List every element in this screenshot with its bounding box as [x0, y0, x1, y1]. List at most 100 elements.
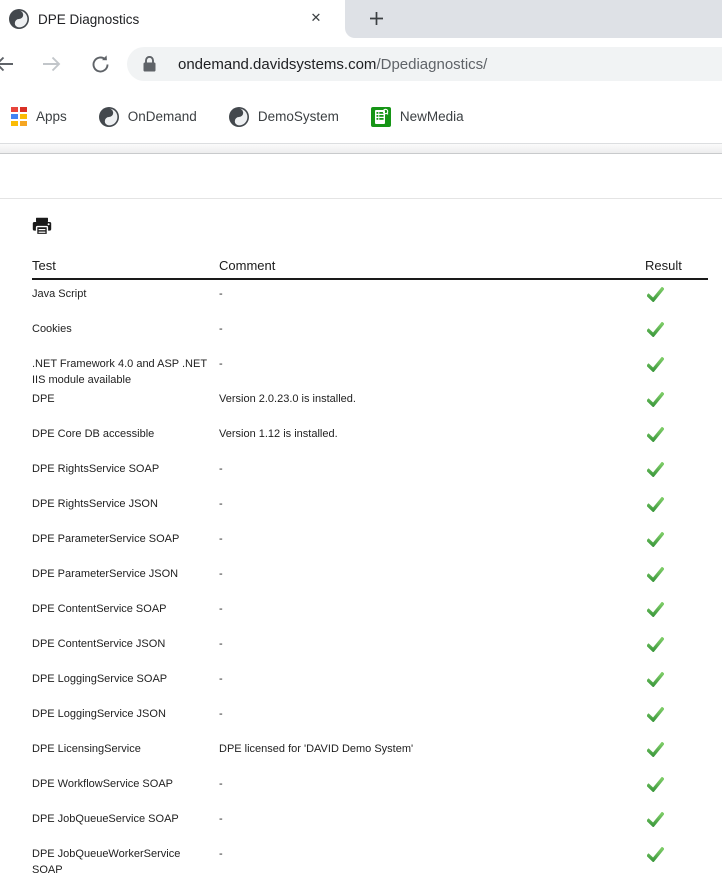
forward-button[interactable] — [42, 54, 62, 74]
document-list-icon — [371, 107, 391, 127]
reload-icon — [91, 55, 110, 74]
back-button[interactable] — [0, 54, 14, 74]
bookmark-apps[interactable]: Apps — [9, 104, 69, 129]
test-comment: - — [219, 706, 645, 722]
bookmark-ondemand[interactable]: OnDemand — [97, 104, 199, 130]
test-result — [645, 391, 708, 407]
test-name: DPE ContentService SOAP — [32, 601, 219, 617]
table-row: DPE JobQueueWorkerService SOAP - — [32, 840, 708, 875]
table-row: DPE ParameterService JSON - — [32, 560, 708, 595]
bookmark-label: Apps — [36, 109, 67, 124]
globe-icon — [229, 107, 249, 127]
test-result — [645, 566, 708, 582]
new-tab-button[interactable] — [361, 3, 391, 33]
test-result — [645, 846, 708, 862]
test-comment: - — [219, 601, 645, 617]
test-result — [645, 671, 708, 687]
table-row: DPE Core DB accessible Version 1.12 is i… — [32, 420, 708, 455]
test-result — [645, 741, 708, 757]
bookmark-label: NewMedia — [400, 109, 464, 124]
printer-icon — [32, 217, 52, 236]
tab-close-icon[interactable]: ✕ — [303, 5, 329, 31]
bookmark-demosystem[interactable]: DemoSystem — [227, 104, 341, 130]
test-comment: - — [219, 286, 645, 302]
test-name: DPE JobQueueService SOAP — [32, 811, 219, 827]
test-comment: DPE licensed for 'DAVID Demo System' — [219, 741, 645, 757]
globe-icon — [99, 107, 119, 127]
green-checkmark-icon — [647, 287, 664, 302]
table-row: Java Script - — [32, 280, 708, 315]
test-name: DPE RightsService SOAP — [32, 461, 219, 477]
url-path: /Dpediagnostics/ — [376, 56, 487, 73]
test-name: DPE — [32, 391, 219, 407]
table-row: DPE RightsService JSON - — [32, 490, 708, 525]
bookmark-label: DemoSystem — [258, 109, 339, 124]
test-comment: - — [219, 321, 645, 337]
green-checkmark-icon — [647, 532, 664, 547]
browser-tab[interactable]: DPE Diagnostics ✕ — [0, 0, 345, 38]
test-result — [645, 321, 708, 337]
test-result — [645, 426, 708, 442]
table-row: DPE Version 2.0.23.0 is installed. — [32, 385, 708, 420]
green-checkmark-icon — [647, 707, 664, 722]
page-header-frame — [0, 154, 722, 199]
test-comment: - — [219, 636, 645, 652]
lock-icon[interactable] — [143, 56, 156, 72]
bookmark-label: OnDemand — [128, 109, 197, 124]
table-row: DPE ContentService SOAP - — [32, 595, 708, 630]
green-checkmark-icon — [647, 672, 664, 687]
green-checkmark-icon — [647, 742, 664, 757]
test-name: DPE WorkflowService SOAP — [32, 776, 219, 792]
test-name: Cookies — [32, 321, 219, 337]
test-comment: - — [219, 531, 645, 547]
green-checkmark-icon — [647, 567, 664, 582]
table-row: .NET Framework 4.0 and ASP .NET IIS modu… — [32, 350, 708, 385]
test-name: .NET Framework 4.0 and ASP .NET IIS modu… — [32, 356, 219, 388]
diagnostics-table: Test Comment Result Java Script - Cookie… — [32, 258, 708, 875]
test-result — [645, 601, 708, 617]
green-checkmark-icon — [647, 392, 664, 407]
test-comment: - — [219, 811, 645, 827]
test-name: DPE ParameterService SOAP — [32, 531, 219, 547]
test-comment: Version 1.12 is installed. — [219, 426, 645, 442]
tab-strip-background — [345, 0, 722, 38]
table-row: Cookies - — [32, 315, 708, 350]
test-name: DPE LoggingService JSON — [32, 706, 219, 722]
apps-grid-icon — [11, 107, 27, 126]
test-result — [645, 776, 708, 792]
test-comment: - — [219, 356, 645, 372]
test-result — [645, 706, 708, 722]
browser-tab-strip: DPE Diagnostics ✕ — [0, 0, 722, 38]
page-dpe-diagnostics: Test Comment Result Java Script - Cookie… — [0, 154, 722, 875]
test-result — [645, 496, 708, 512]
browser-toolbar: ondemand.davidsystems.com/Dpediagnostics… — [0, 38, 722, 90]
test-name: DPE RightsService JSON — [32, 496, 219, 512]
table-row: DPE ContentService JSON - — [32, 630, 708, 665]
test-name: DPE Core DB accessible — [32, 426, 219, 442]
url-host: ondemand.davidsystems.com — [178, 56, 376, 73]
test-result — [645, 461, 708, 477]
table-row: DPE LoggingService SOAP - — [32, 665, 708, 700]
test-result — [645, 286, 708, 302]
test-name: DPE ContentService JSON — [32, 636, 219, 652]
table-row: DPE JobQueueService SOAP - — [32, 805, 708, 840]
globe-favicon-icon — [9, 9, 29, 29]
forward-arrow-icon — [42, 56, 62, 72]
table-header-row: Test Comment Result — [32, 258, 708, 280]
col-header-comment: Comment — [219, 258, 645, 273]
green-checkmark-icon — [647, 847, 664, 862]
table-body: Java Script - Cookies - — [32, 280, 708, 875]
bookmark-newmedia[interactable]: NewMedia — [369, 104, 466, 130]
reload-button[interactable] — [90, 54, 110, 74]
test-name: Java Script — [32, 286, 219, 302]
test-comment: - — [219, 846, 645, 862]
test-comment: Version 2.0.23.0 is installed. — [219, 391, 645, 407]
test-name: DPE ParameterService JSON — [32, 566, 219, 582]
green-checkmark-icon — [647, 497, 664, 512]
address-bar[interactable]: ondemand.davidsystems.com/Dpediagnostics… — [127, 47, 722, 81]
print-button[interactable] — [32, 217, 52, 236]
test-comment: - — [219, 496, 645, 512]
table-row: DPE RightsService SOAP - — [32, 455, 708, 490]
green-checkmark-icon — [647, 602, 664, 617]
green-checkmark-icon — [647, 357, 664, 372]
